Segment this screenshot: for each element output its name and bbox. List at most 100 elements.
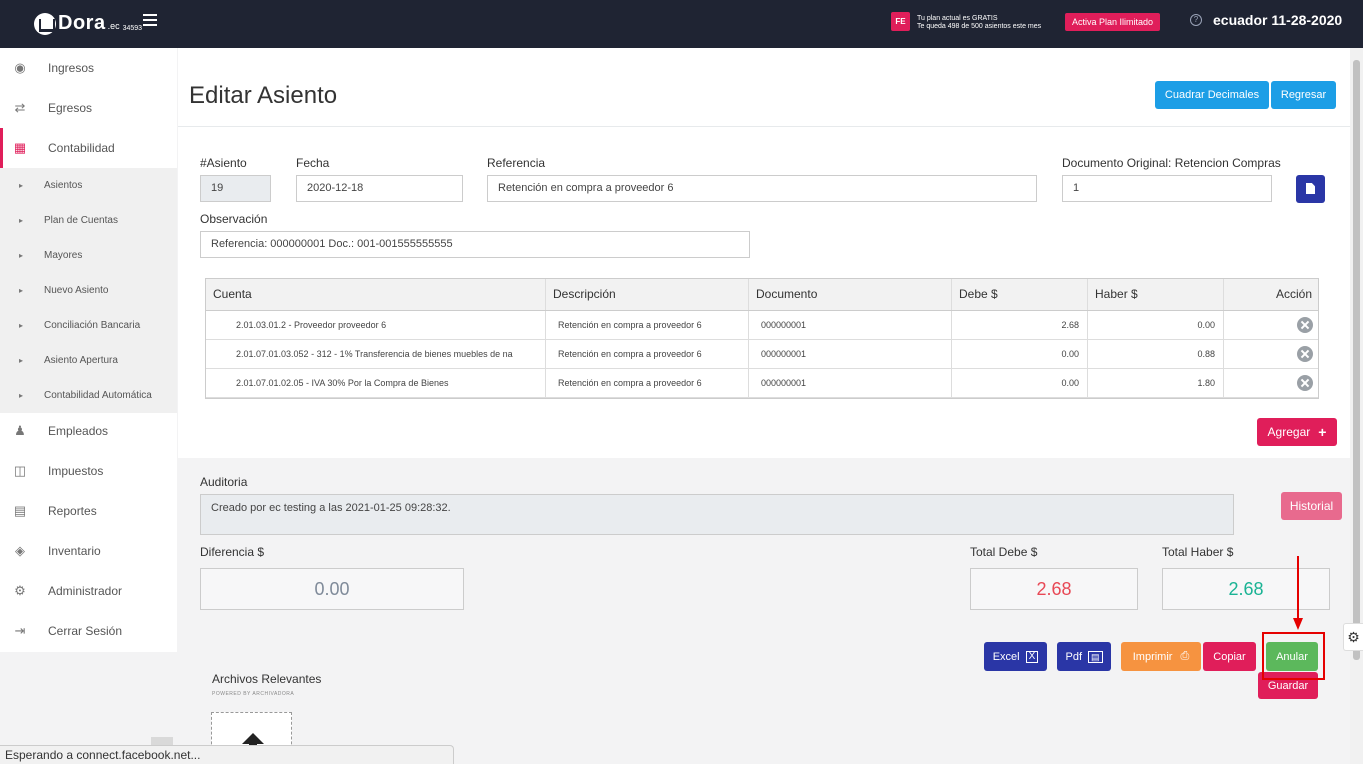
referencia-label: Referencia	[487, 156, 546, 170]
settings-gear-icon[interactable]: ⚙	[1343, 623, 1363, 651]
help-icon[interactable]: ?	[1190, 14, 1202, 26]
hamburger-menu-icon[interactable]	[143, 14, 157, 26]
col-cuenta: Cuenta	[206, 279, 546, 310]
sidebar-subitem-label: Conciliación Bancaria	[44, 320, 141, 331]
sidebar-subitem-asientos[interactable]: ▸ Asientos	[0, 168, 177, 203]
printer-icon: ⎙	[1180, 650, 1190, 662]
annotation-arrow-head	[1293, 618, 1303, 630]
dora-logo[interactable]: Dora .ec 34593	[34, 12, 142, 35]
cell-haber[interactable]: 0.00	[1088, 311, 1224, 339]
logo-text: Dora	[58, 12, 106, 34]
total-haber-value: 2.68	[1162, 568, 1330, 610]
document-file-icon[interactable]	[1296, 175, 1325, 203]
report-icon: ▤	[13, 503, 27, 518]
sidebar-subitem-label: Plan de Cuentas	[44, 215, 118, 226]
cell-documento[interactable]: 000000001	[749, 369, 952, 397]
col-haber: Haber $	[1088, 279, 1224, 310]
auditoria-label: Auditoria	[200, 475, 248, 489]
annotation-arrow	[1297, 556, 1299, 622]
sidebar-item-label: Inventario	[48, 544, 101, 558]
copiar-button[interactable]: Copiar	[1203, 642, 1256, 671]
plan-line-2: Te queda 498 de 500 asientos este mes	[917, 23, 1042, 30]
people-icon: ♟	[14, 423, 26, 438]
observacion-field[interactable]: Referencia: 000000001 Doc.: 001-00155555…	[200, 231, 750, 258]
sidebar-item-ingresos[interactable]: ◉ Ingresos	[0, 48, 177, 88]
diferencia-label: Diferencia $	[200, 545, 265, 559]
sidebar-subitem-nuevo-asiento[interactable]: ▸ Nuevo Asiento	[0, 273, 177, 308]
documento-original-field[interactable]: 1	[1062, 175, 1272, 202]
sidebar-subitem-label: Asiento Apertura	[44, 355, 118, 366]
excel-label: Excel	[992, 650, 1020, 663]
historial-button[interactable]: Historial	[1281, 492, 1342, 520]
sidebar-item-inventario[interactable]: ◈ Inventario	[0, 531, 177, 571]
sidebar-item-contabilidad[interactable]: ▦ Contabilidad	[0, 128, 177, 168]
referencia-field[interactable]: Retención en compra a proveedor 6	[487, 175, 1037, 202]
cell-descripcion[interactable]: Retención en compra a proveedor 6	[546, 311, 749, 339]
sidebar-item-label: Reportes	[48, 504, 97, 518]
sidebar-item-label: Administrador	[48, 584, 123, 598]
cell-cuenta[interactable]: 2.01.03.01.2 - Proveedor proveedor 6	[206, 311, 546, 339]
cell-accion	[1224, 311, 1318, 339]
chevron-right-icon: ▸	[19, 321, 24, 330]
sidebar-subitem-mayores[interactable]: ▸ Mayores	[0, 238, 177, 273]
agregar-button[interactable]: Agregar +	[1257, 418, 1337, 446]
fe-badge: FE	[891, 12, 910, 31]
excel-button[interactable]: Excel X	[984, 642, 1047, 671]
scrollbar-thumb[interactable]	[1353, 60, 1360, 660]
fecha-label: Fecha	[296, 156, 330, 170]
cell-cuenta[interactable]: 2.01.07.01.03.052 - 312 - 1% Transferenc…	[206, 340, 546, 368]
cell-accion	[1224, 369, 1318, 397]
sidebar-item-impuestos[interactable]: ◫ Impuestos	[0, 451, 177, 491]
cell-debe[interactable]: 0.00	[952, 340, 1088, 368]
delete-row-icon[interactable]	[1297, 375, 1313, 391]
cell-debe[interactable]: 0.00	[952, 369, 1088, 397]
cell-haber[interactable]: 1.80	[1088, 369, 1224, 397]
sidebar-item-label: Cerrar Sesión	[48, 624, 123, 638]
cell-documento[interactable]: 000000001	[749, 311, 952, 339]
excel-file-icon: X	[1025, 650, 1039, 663]
asiento-label: #Asiento	[200, 156, 247, 170]
table-row: 2.01.07.01.02.05 - IVA 30% Por la Compra…	[206, 369, 1318, 398]
plan-line-1: Tu plan actual es GRATIS	[917, 15, 998, 22]
table-row: 2.01.03.01.2 - Proveedor proveedor 6 Ret…	[206, 311, 1318, 340]
chevron-right-icon: ▸	[19, 391, 24, 400]
cell-descripcion[interactable]: Retención en compra a proveedor 6	[546, 369, 749, 397]
activate-plan-button[interactable]: Activa Plan Ilimitado	[1065, 13, 1160, 31]
sidebar-subitem-plan-de-cuentas[interactable]: ▸ Plan de Cuentas	[0, 203, 177, 238]
cell-descripcion[interactable]: Retención en compra a proveedor 6	[546, 340, 749, 368]
pdf-button[interactable]: Pdf ▤	[1057, 642, 1111, 671]
sidebar-item-administrador[interactable]: ⚙ Administrador	[0, 571, 177, 611]
cell-debe[interactable]: 2.68	[952, 311, 1088, 339]
logo-icon	[34, 12, 56, 35]
imprimir-label: Imprimir	[1132, 650, 1173, 663]
cell-accion	[1224, 340, 1318, 368]
chevron-right-icon: ▸	[19, 356, 24, 365]
sidebar-subitem-conciliacion-bancaria[interactable]: ▸ Conciliación Bancaria	[0, 308, 177, 343]
sidebar-subitem-contabilidad-automatica[interactable]: ▸ Contabilidad Automática	[0, 378, 177, 413]
delete-row-icon[interactable]	[1297, 346, 1313, 362]
cell-documento[interactable]: 000000001	[749, 340, 952, 368]
plus-icon: +	[1318, 424, 1327, 440]
asiento-lines-table: Cuenta Descripción Documento Debe $ Habe…	[205, 278, 1319, 399]
logo-suffix: .ec	[107, 20, 120, 31]
col-documento: Documento	[749, 279, 952, 310]
cuadrar-decimales-button[interactable]: Cuadrar Decimales	[1155, 81, 1269, 109]
sidebar-subitem-label: Nuevo Asiento	[44, 285, 109, 296]
imprimir-button[interactable]: Imprimir ⎙	[1121, 642, 1201, 671]
cell-cuenta[interactable]: 2.01.07.01.02.05 - IVA 30% Por la Compra…	[206, 369, 546, 397]
sidebar-item-egresos[interactable]: ⇄ Egresos	[0, 88, 177, 128]
sidebar-item-cerrar-sesion[interactable]: ⇥ Cerrar Sesión	[0, 611, 177, 651]
sidebar-item-reportes[interactable]: ▤ Reportes	[0, 491, 177, 531]
sidebar-subitem-asiento-apertura[interactable]: ▸ Asiento Apertura	[0, 343, 177, 378]
chevron-right-icon: ▸	[19, 216, 24, 225]
annotation-highlight-box	[1262, 632, 1325, 680]
sidebar-subitem-label: Asientos	[44, 180, 83, 191]
cell-haber[interactable]: 0.88	[1088, 340, 1224, 368]
country-date-label: ecuador 11-28-2020	[1213, 12, 1343, 28]
delete-row-icon[interactable]	[1297, 317, 1313, 333]
table-header: Cuenta Descripción Documento Debe $ Habe…	[206, 279, 1318, 311]
documento-original-label: Documento Original: Retencion Compras	[1062, 156, 1281, 170]
fecha-field[interactable]: 2020-12-18	[296, 175, 463, 202]
regresar-button[interactable]: Regresar	[1271, 81, 1336, 109]
sidebar-item-empleados[interactable]: ♟ Empleados	[0, 411, 177, 451]
